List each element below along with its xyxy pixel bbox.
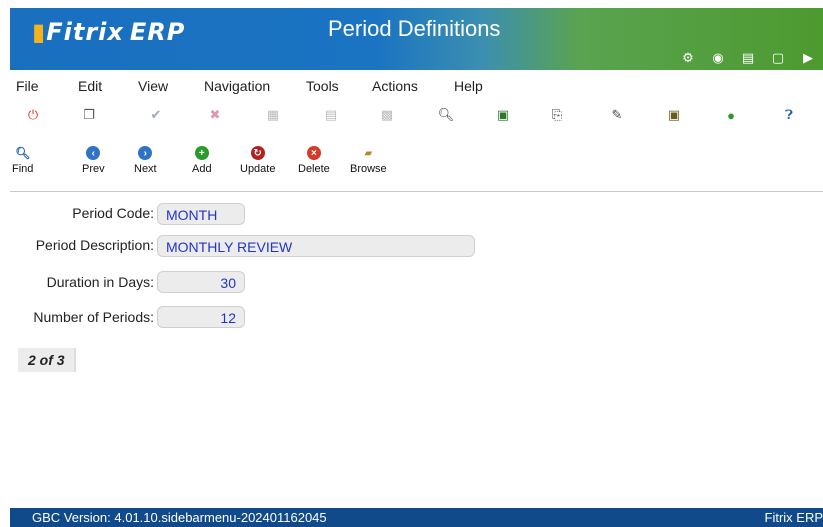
delete-icon: ×: [306, 146, 321, 160]
num-periods-field[interactable]: 12: [157, 306, 245, 328]
icon-toolbar: ⏻ ❐ ✔ ✖ ▦ ▤ ▩ 🔍︎ ▣ ⎘ ✎ ▣ ● ❓︎: [10, 106, 823, 130]
refresh-icon: ↻: [250, 146, 265, 160]
record-counter: 2 of 3: [18, 348, 76, 372]
duration-field[interactable]: 30: [157, 271, 245, 293]
prev-button[interactable]: ‹ Prev: [82, 146, 105, 175]
duration-label: Duration in Days:: [46, 274, 154, 290]
calendar-icon[interactable]: ▣: [665, 106, 683, 124]
play-icon[interactable]: ▶: [793, 48, 823, 68]
arrow-left-icon: ‹: [86, 146, 101, 160]
save-icon[interactable]: ▣: [494, 106, 512, 124]
num-periods-label: Number of Periods:: [33, 309, 154, 325]
version-text: GBC Version: 4.01.10.sidebarmenu-2024011…: [32, 510, 327, 525]
update-button[interactable]: ↻ Update: [240, 146, 275, 175]
globe-icon[interactable]: ◉: [703, 48, 733, 68]
next-button[interactable]: › Next: [134, 146, 157, 175]
search-icon: 🔍︎: [15, 146, 31, 160]
app-window: ▮Fitrix ERP Period Definitions ⚙ ◉ ▤ ▢ ▶ …: [10, 8, 823, 527]
copy-icon[interactable]: ❐: [80, 106, 98, 124]
menu-help[interactable]: Help: [454, 78, 483, 94]
clipboard-icon[interactable]: ▦: [264, 106, 282, 124]
brand-text: Fitrix ERP: [764, 510, 823, 525]
toolbar-divider: [10, 191, 823, 192]
fitrix-logo: ▮Fitrix ERP: [32, 18, 186, 46]
find-button[interactable]: 🔍︎ Find: [12, 146, 33, 175]
folder-icon: ▰: [364, 147, 373, 159]
document-icon[interactable]: ▤: [733, 48, 763, 68]
plus-icon: +: [194, 146, 209, 160]
zoom-icon[interactable]: 🔍︎: [437, 106, 455, 124]
arrow-right-icon: ›: [138, 146, 153, 160]
chart-icon[interactable]: ●: [722, 106, 740, 124]
menu-edit[interactable]: Edit: [78, 78, 102, 94]
help-icon[interactable]: ❓︎: [780, 106, 798, 124]
edit-note-icon[interactable]: ✎: [608, 106, 626, 124]
period-code-label: Period Code:: [72, 205, 154, 221]
period-description-label: Period Description:: [35, 237, 154, 253]
delete-button[interactable]: × Delete: [298, 146, 330, 175]
menu-actions[interactable]: Actions: [372, 78, 418, 94]
period-code-field[interactable]: MONTH: [157, 203, 245, 225]
page-icon[interactable]: ▢: [763, 48, 793, 68]
attach-icon[interactable]: ⎘: [548, 106, 566, 124]
paste-icon[interactable]: ▤: [322, 106, 340, 124]
status-bar: GBC Version: 4.01.10.sidebarmenu-2024011…: [10, 508, 823, 527]
menu-tools[interactable]: Tools: [306, 78, 339, 94]
add-button[interactable]: + Add: [192, 146, 212, 175]
grid-icon[interactable]: ▩: [378, 106, 396, 124]
menu-view[interactable]: View: [138, 78, 168, 94]
action-toolbar: 🔍︎ Find ‹ Prev › Next + Add ↻ Update × D…: [10, 146, 823, 188]
menu-file[interactable]: File: [16, 78, 39, 94]
page-title: Period Definitions: [328, 16, 501, 41]
gear-icon[interactable]: ⚙: [673, 48, 703, 68]
accept-icon[interactable]: ✔: [147, 106, 165, 124]
cancel-icon[interactable]: ✖: [206, 106, 224, 124]
app-header: ▮Fitrix ERP Period Definitions ⚙ ◉ ▤ ▢ ▶: [10, 8, 823, 70]
header-icon-group: ⚙ ◉ ▤ ▢ ▶: [673, 48, 823, 68]
browse-button[interactable]: ▰ Browse: [350, 146, 387, 176]
menu-navigation[interactable]: Navigation: [204, 78, 270, 94]
power-icon[interactable]: ⏻: [24, 106, 42, 124]
period-description-field[interactable]: MONTHLY REVIEW: [157, 235, 475, 257]
